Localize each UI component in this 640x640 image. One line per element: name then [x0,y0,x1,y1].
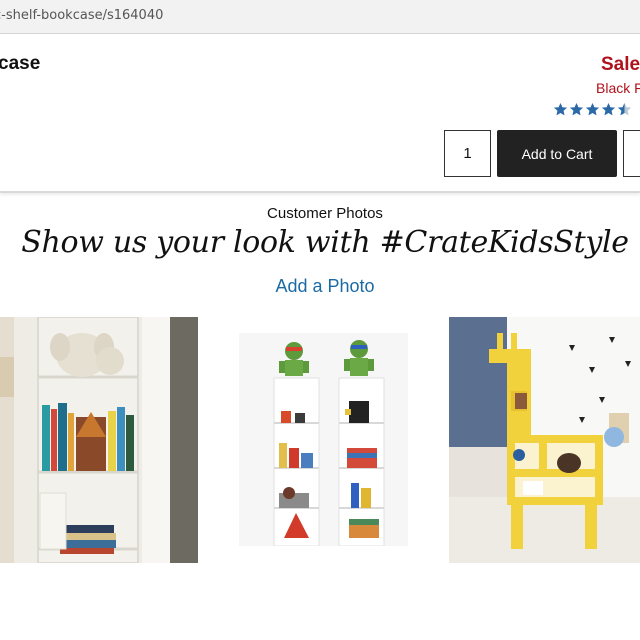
product-header: case Sale Black F 1 Add to Cart [0,35,640,193]
customer-photo-figure-shelves[interactable] [239,333,408,546]
customer-photo-bookcase-books[interactable] [0,317,198,563]
star-icon [601,102,616,116]
customer-photos-tagline: Show us your look with #CrateKidsStyle [21,225,629,260]
customer-photo-giraffe-bookcase[interactable] [449,317,640,563]
browser-address-bar[interactable]: c-shelf-bookcase/s164040 [0,0,640,34]
star-icon [585,102,600,116]
star-rating[interactable] [553,102,633,120]
star-icon [569,102,584,116]
secondary-action-button[interactable] [623,130,640,177]
url-text[interactable]: c-shelf-bookcase/s164040 [0,8,163,23]
customer-photos-label: Customer Photos [267,205,383,222]
sale-badge: Sale [601,54,640,75]
quantity-input[interactable]: 1 [444,130,491,177]
half-star-icon [617,102,632,116]
promo-text: Black F [596,80,640,96]
star-icon [553,102,568,116]
add-to-cart-button[interactable]: Add to Cart [497,130,617,177]
product-title: case [0,53,41,74]
add-photo-link[interactable]: Add a Photo [0,276,640,297]
